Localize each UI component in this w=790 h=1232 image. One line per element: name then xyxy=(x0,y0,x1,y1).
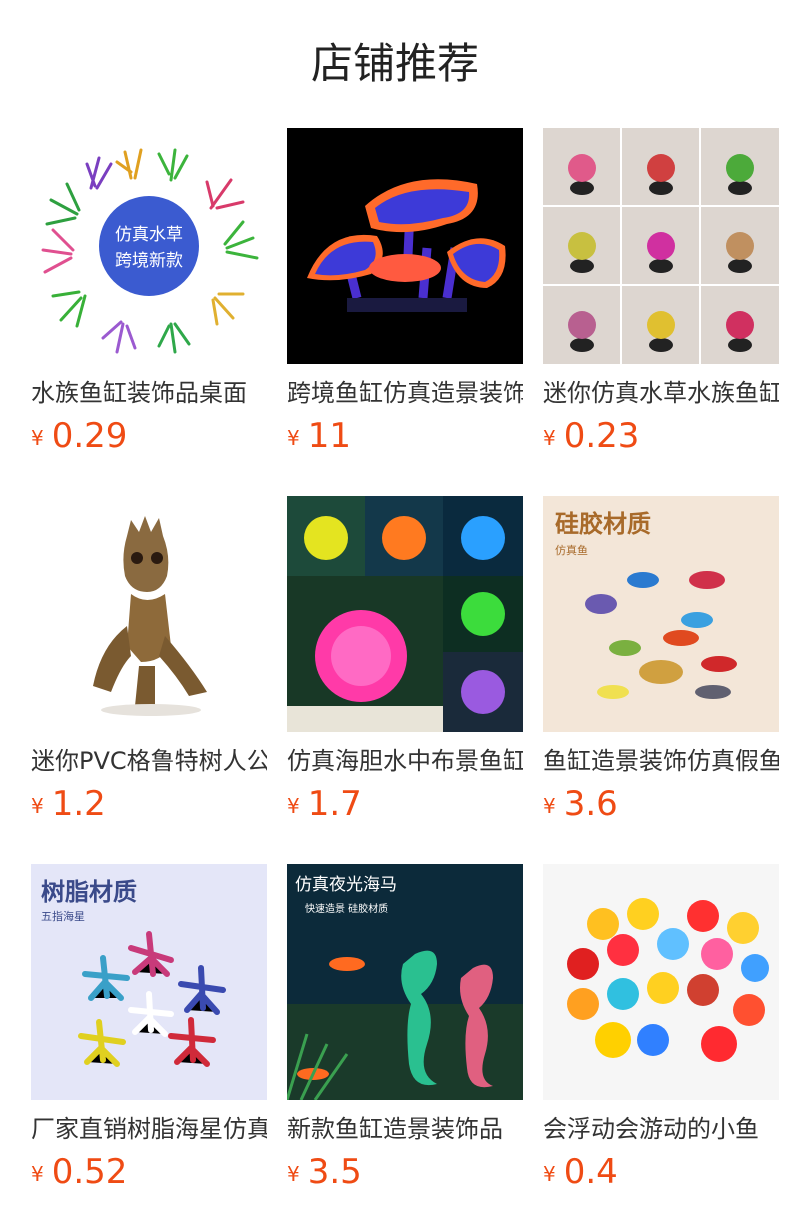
product-name[interactable]: 跨境鱼缸仿真造景装饰 xyxy=(287,376,523,410)
price-value: 0.4 xyxy=(563,1152,618,1192)
product-price: ¥0.23 xyxy=(543,414,779,464)
price-value: 11 xyxy=(307,416,351,456)
currency-symbol: ¥ xyxy=(543,426,556,450)
product-image-starfish[interactable]: 树脂材质 五指海星 xyxy=(31,864,267,1100)
price-value: 1.7 xyxy=(307,784,362,824)
image-overlay-text: 快速造景 硅胶材质 xyxy=(305,902,388,915)
currency-symbol: ¥ xyxy=(543,1162,556,1186)
currency-symbol: ¥ xyxy=(287,1162,300,1186)
product-price: ¥3.5 xyxy=(287,1150,523,1200)
product-card[interactable]: 跨境鱼缸仿真造景装饰 ¥11 xyxy=(287,128,523,464)
product-name[interactable]: 迷你仿真水草水族鱼缸 xyxy=(543,376,779,410)
product-card[interactable]: 仿真海胆水中布景鱼缸 ¥1.7 xyxy=(287,496,523,832)
currency-symbol: ¥ xyxy=(287,794,300,818)
product-image-silicone-fish[interactable]: 硅胶材质 仿真鱼 xyxy=(543,496,779,732)
product-price: ¥1.7 xyxy=(287,782,523,832)
product-image-sea-urchin-collage[interactable] xyxy=(287,496,523,732)
product-card[interactable]: 树脂材质 五指海星 厂家直销树脂海星仿真 ¥0.52 xyxy=(31,864,267,1200)
product-card[interactable]: 会浮动会游动的小鱼 ¥0.4 xyxy=(543,864,779,1200)
currency-symbol: ¥ xyxy=(543,794,556,818)
currency-symbol: ¥ xyxy=(31,794,44,818)
product-card[interactable]: 仿真水草 跨境新款 水族鱼缸装饰品桌面 ¥0.29 xyxy=(31,128,267,464)
currency-symbol: ¥ xyxy=(31,1162,44,1186)
product-name[interactable]: 鱼缸造景装饰仿真假鱼 xyxy=(543,744,779,778)
product-name[interactable]: 厂家直销树脂海星仿真 xyxy=(31,1112,267,1146)
product-image-plant-grid[interactable] xyxy=(543,128,779,364)
price-value: 3.5 xyxy=(307,1152,362,1192)
product-name[interactable]: 会浮动会游动的小鱼 xyxy=(543,1112,779,1146)
price-value: 1.2 xyxy=(51,784,106,824)
product-card[interactable]: 硅胶材质 仿真鱼 鱼缸造景装饰仿真假鱼 ¥3.6 xyxy=(543,496,779,832)
product-name[interactable]: 新款鱼缸造景装饰品 xyxy=(287,1112,523,1146)
image-overlay-text: 五指海星 xyxy=(41,909,85,923)
image-overlay-text: 树脂材质 xyxy=(41,878,137,906)
price-value: 0.52 xyxy=(51,1152,128,1192)
image-overlay-text: 硅胶材质 xyxy=(555,510,651,538)
product-image-glow-mushroom[interactable] xyxy=(287,128,523,364)
product-name[interactable]: 仿真海胆水中布景鱼缸 xyxy=(287,744,523,778)
product-price: ¥1.2 xyxy=(31,782,267,832)
product-price: ¥3.6 xyxy=(543,782,779,832)
image-overlay-text: 仿真水草 xyxy=(115,225,183,245)
product-card[interactable]: 迷你仿真水草水族鱼缸 ¥0.23 xyxy=(543,128,779,464)
page-title: 店铺推荐 xyxy=(310,39,479,88)
product-price: ¥0.52 xyxy=(31,1150,267,1200)
product-price: ¥11 xyxy=(287,414,523,464)
product-image-floating-fish[interactable] xyxy=(543,864,779,1100)
product-price: ¥0.29 xyxy=(31,414,267,464)
product-card[interactable]: 仿真夜光海马 快速造景 硅胶材质 新款鱼缸造景装饰品 ¥3.5 xyxy=(287,864,523,1200)
image-overlay-text: 仿真夜光海马 xyxy=(295,875,397,895)
product-name[interactable]: 迷你PVC格鲁特树人公仔 xyxy=(31,744,267,778)
product-image-tree-figure[interactable] xyxy=(31,496,267,732)
product-image-plant-circle[interactable]: 仿真水草 跨境新款 xyxy=(31,128,267,364)
currency-symbol: ¥ xyxy=(31,426,44,450)
currency-symbol: ¥ xyxy=(287,426,300,450)
product-price: ¥0.4 xyxy=(543,1150,779,1200)
price-value: 0.29 xyxy=(51,416,128,456)
product-name[interactable]: 水族鱼缸装饰品桌面 xyxy=(31,376,267,410)
price-value: 0.23 xyxy=(563,416,640,456)
product-image-glow-seahorse[interactable]: 仿真夜光海马 快速造景 硅胶材质 xyxy=(287,864,523,1100)
price-value: 3.6 xyxy=(563,784,618,824)
product-card[interactable]: 迷你PVC格鲁特树人公仔 ¥1.2 xyxy=(31,496,267,832)
image-overlay-text: 仿真鱼 xyxy=(555,543,588,557)
image-overlay-text: 跨境新款 xyxy=(115,251,183,271)
